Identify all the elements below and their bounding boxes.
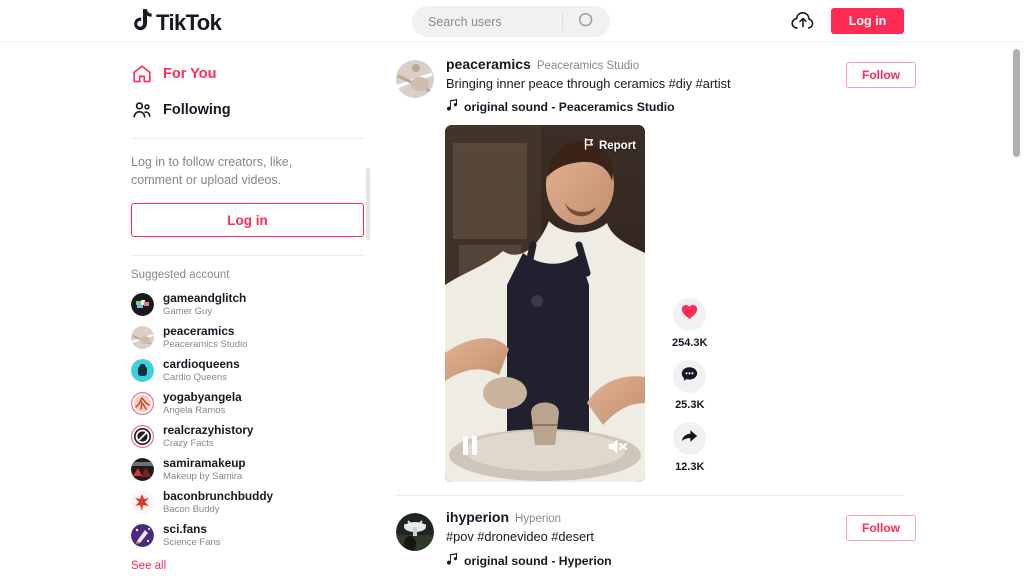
pause-icon[interactable]	[462, 436, 478, 460]
avatar	[131, 458, 154, 482]
avatar	[131, 359, 154, 383]
account-handle: gameandglitch	[163, 291, 247, 305]
suggested-accounts-title: Suggested account	[131, 269, 230, 282]
share-button[interactable]	[673, 422, 707, 456]
search-icon	[578, 12, 595, 32]
comment-icon	[681, 366, 698, 387]
sidebar: For You Following Log in to follow creat…	[131, 56, 371, 576]
post-content: ihyperion Hyperion #pov #dronevideo #des…	[446, 509, 846, 568]
page-scrollbar[interactable]	[1013, 49, 1020, 157]
post-header: peaceramics Peaceramics Studio Bringing …	[396, 56, 916, 115]
sidebar-divider	[131, 138, 364, 139]
tiktok-note-icon	[131, 8, 153, 38]
post-sound[interactable]: original sound - Hyperion	[446, 552, 846, 569]
list-item[interactable]: realcrazyhistory Crazy Facts	[131, 420, 371, 453]
post-divider	[396, 495, 904, 497]
suggested-accounts-list: gameandglitch Gamer Guy peaceramics Peac…	[131, 288, 371, 552]
account-name: Crazy Facts	[163, 437, 214, 449]
report-button[interactable]: Report	[583, 138, 636, 153]
search-button[interactable]	[563, 6, 609, 37]
follow-button[interactable]: Follow	[846, 62, 916, 88]
avatar	[131, 491, 154, 515]
sidebar-item-for-you[interactable]: For You	[131, 56, 371, 92]
sidebar-scrollbar[interactable]	[366, 168, 370, 240]
avatar[interactable]	[396, 60, 434, 98]
account-handle: peaceramics	[163, 324, 235, 338]
feed-post: peaceramics Peaceramics Studio Bringing …	[396, 56, 916, 497]
post-author-handle[interactable]: ihyperion	[446, 509, 509, 525]
post-content: peaceramics Peaceramics Studio Bringing …	[446, 56, 846, 115]
post-sound-label: original sound - Hyperion	[464, 553, 612, 568]
feed-post: ihyperion Hyperion #pov #dronevideo #des…	[396, 509, 916, 568]
list-item[interactable]: sci.fans Science Fans	[131, 519, 371, 552]
heart-icon	[681, 304, 698, 325]
list-item[interactable]: samiramakeup Makeup by Samira	[131, 453, 371, 486]
people-icon	[131, 99, 153, 121]
avatar	[131, 425, 154, 449]
video-feed: peaceramics Peaceramics Studio Bringing …	[396, 56, 916, 569]
list-item[interactable]: yogabyangela Angela Ramos	[131, 387, 371, 420]
report-label: Report	[598, 139, 636, 152]
video-player[interactable]: Report	[445, 125, 645, 483]
share-count: 12.3K	[675, 461, 705, 474]
account-handle: baconbrunchbuddy	[163, 489, 274, 503]
account-name: Gamer Guy	[163, 305, 213, 317]
account-handle: sci.fans	[163, 522, 207, 536]
home-icon	[131, 63, 153, 85]
avatar	[131, 392, 154, 416]
sidebar-item-following[interactable]: Following	[131, 92, 371, 128]
post-sound-label: original sound - Peaceramics Studio	[464, 100, 675, 115]
avatar	[131, 524, 154, 548]
account-name: Makeup by Samira	[163, 470, 243, 482]
post-sound[interactable]: original sound - Peaceramics Studio	[446, 99, 846, 115]
search-bar[interactable]	[412, 6, 610, 37]
account-name: Angela Ramos	[163, 404, 226, 416]
account-name: Cardio Queens	[163, 371, 227, 383]
sidebar-divider-2	[131, 255, 364, 257]
top-header: TikTok Log in	[0, 0, 1024, 42]
video-row: Report 254.3K 25.3K 12.3K	[445, 125, 916, 483]
post-author-nickname: Peaceramics Studio	[536, 60, 640, 72]
like-count: 254.3K	[672, 337, 708, 350]
tiktok-wordmark: TikTok	[156, 10, 222, 35]
tiktok-logo[interactable]: TikTok	[131, 8, 222, 38]
sidebar-item-label: For You	[163, 66, 217, 82]
account-name: Bacon Buddy	[163, 503, 220, 515]
video-actions: 254.3K 25.3K 12.3K	[672, 298, 707, 482]
account-name: Peaceramics Studio	[163, 338, 248, 350]
account-handle: samiramakeup	[163, 456, 246, 470]
account-handle: realcrazyhistory	[163, 423, 254, 437]
post-header: ihyperion Hyperion #pov #dronevideo #des…	[396, 509, 916, 568]
avatar	[131, 326, 154, 350]
upload-cloud-icon[interactable]	[791, 10, 815, 32]
post-caption: Bringing inner peace through ceramics #d…	[446, 76, 731, 91]
comment-count: 25.3K	[675, 399, 705, 412]
login-prompt-text: Log in to follow creators, like, comment…	[131, 155, 293, 188]
comment-button[interactable]	[673, 360, 707, 394]
follow-button[interactable]: Follow	[846, 515, 916, 542]
list-item[interactable]: gameandglitch Gamer Guy	[131, 288, 371, 321]
music-note-icon	[446, 552, 458, 569]
list-item[interactable]: baconbrunchbuddy Bacon Buddy	[131, 486, 371, 519]
flag-icon	[583, 138, 595, 153]
account-handle: cardioqueens	[163, 357, 240, 371]
sidebar-login-button[interactable]: Log in	[131, 203, 364, 238]
list-item[interactable]: cardioqueens Cardio Queens	[131, 354, 371, 387]
see-all-link[interactable]: See all	[131, 560, 371, 572]
search-input[interactable]	[412, 14, 562, 29]
post-author-nickname: Hyperion	[515, 513, 562, 526]
sidebar-item-label: Following	[163, 102, 231, 118]
volume-muted-icon[interactable]	[607, 437, 628, 461]
like-button[interactable]	[673, 298, 707, 332]
post-caption: #pov #dronevideo #desert	[446, 529, 594, 545]
header-login-button[interactable]: Log in	[831, 8, 904, 34]
account-handle: yogabyangela	[163, 390, 242, 404]
avatar	[131, 293, 154, 317]
avatar[interactable]	[396, 513, 434, 552]
list-item[interactable]: peaceramics Peaceramics Studio	[131, 321, 371, 354]
share-icon	[681, 428, 698, 449]
music-note-icon	[446, 99, 458, 115]
post-author-handle[interactable]: peaceramics	[446, 56, 531, 72]
account-name: Science Fans	[163, 536, 221, 548]
